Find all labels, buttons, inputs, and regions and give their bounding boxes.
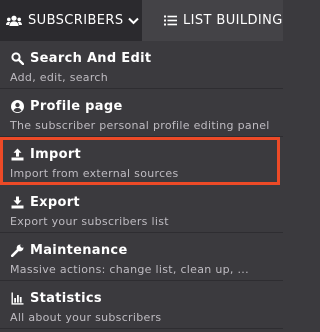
menu-item-title: Statistics xyxy=(30,290,102,306)
top-navbar: SUBSCRIBERS LIST BUILDING xyxy=(0,0,283,41)
menu-item-import[interactable]: Import Import from external sources xyxy=(0,137,280,185)
menu-item-title: Maintenance xyxy=(30,242,128,258)
tab-subscribers-label: SUBSCRIBERS xyxy=(28,13,124,28)
search-icon xyxy=(10,51,24,65)
menu-item-maintenance[interactable]: Maintenance Massive actions: change list… xyxy=(0,233,283,281)
download-icon xyxy=(10,195,24,209)
upload-icon xyxy=(10,147,24,161)
menu-item-title: Import xyxy=(30,146,82,162)
chevron-down-icon xyxy=(128,17,140,25)
menu-item-description: Massive actions: change list, clean up, … xyxy=(10,263,249,276)
menu-item-search-and-edit[interactable]: Search And Edit Add, edit, search xyxy=(0,41,283,89)
subscribers-dropdown-menu: Search And Edit Add, edit, search Profil… xyxy=(0,41,283,329)
tab-subscribers[interactable]: SUBSCRIBERS xyxy=(0,0,142,41)
menu-item-title: Profile page xyxy=(30,98,123,114)
wrench-icon xyxy=(10,243,24,257)
tab-list-building-label: LIST BUILDING xyxy=(183,13,283,28)
menu-item-profile-page[interactable]: Profile page The subscriber personal pro… xyxy=(0,89,283,137)
menu-item-title: Export xyxy=(30,194,80,210)
bar-chart-icon xyxy=(10,291,24,305)
user-circle-icon xyxy=(10,99,24,113)
users-icon xyxy=(6,15,22,27)
menu-item-description: All about your subscribers xyxy=(10,311,162,324)
menu-item-description: Import from external sources xyxy=(10,167,179,180)
menu-item-description: The subscriber personal profile editing … xyxy=(10,119,270,132)
menu-item-description: Export your subscribers list xyxy=(10,215,169,228)
menu-item-statistics[interactable]: Statistics All about your subscribers xyxy=(0,281,283,329)
menu-item-export[interactable]: Export Export your subscribers list xyxy=(0,185,283,233)
list-icon xyxy=(164,15,177,26)
tab-list-building[interactable]: LIST BUILDING xyxy=(142,0,283,41)
menu-item-description: Add, edit, search xyxy=(10,71,109,84)
menu-item-title: Search And Edit xyxy=(30,50,152,66)
